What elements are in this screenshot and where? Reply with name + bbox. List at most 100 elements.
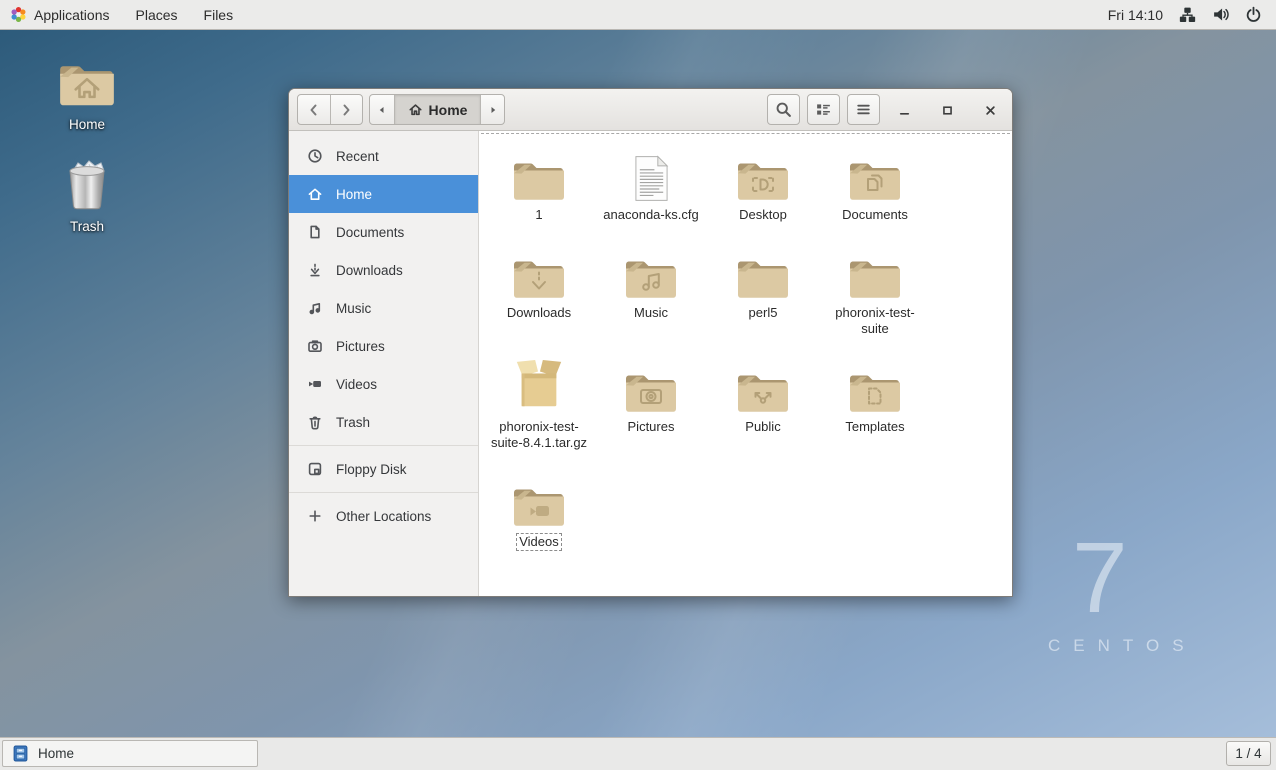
- sidebar-item-recent[interactable]: Recent: [289, 137, 478, 175]
- sidebar-divider: [289, 445, 478, 446]
- file-label: Desktop: [739, 207, 787, 224]
- menu-label: Files: [204, 7, 234, 23]
- folder-documents-icon: [848, 144, 902, 202]
- menu-places[interactable]: Places: [123, 0, 191, 29]
- list-view-icon: [815, 101, 832, 118]
- folder-icon: [848, 242, 902, 300]
- file-item-perl5[interactable]: perl5: [707, 236, 819, 334]
- network-icon[interactable]: [1179, 6, 1196, 23]
- trash-icon: [307, 414, 323, 430]
- file-item-videos[interactable]: Videos: [483, 464, 595, 564]
- file-manager-icon: [12, 745, 29, 762]
- volume-icon[interactable]: [1212, 6, 1229, 23]
- videos-icon: [307, 376, 323, 392]
- file-label: Videos: [516, 533, 562, 552]
- path-prev-icon[interactable]: [370, 95, 394, 124]
- file-item-phoronix-test-suite[interactable]: phoronix-test-suite: [819, 236, 931, 350]
- file-label: phoronix-test-suite-8.4.1.tar.gz: [488, 419, 590, 452]
- menu-label: Places: [136, 7, 178, 23]
- workspace-switcher[interactable]: 1 / 4: [1226, 741, 1271, 766]
- top-panel: Applications Places Files Fri 14:10: [0, 0, 1276, 30]
- desktop-icon-home[interactable]: Home: [41, 60, 133, 132]
- search-icon: [775, 101, 792, 118]
- sidebar-item-label: Recent: [336, 149, 379, 164]
- desktop-icon-label: Trash: [70, 219, 104, 234]
- applications-icon: [10, 6, 27, 23]
- sidebar-item-pictures[interactable]: Pictures: [289, 327, 478, 365]
- folder-desktop-icon: [736, 144, 790, 202]
- document-icon: [307, 224, 323, 240]
- sidebar-item-downloads[interactable]: Downloads: [289, 251, 478, 289]
- file-item-1[interactable]: 1: [483, 138, 595, 236]
- path-next-icon[interactable]: [480, 95, 504, 124]
- back-button[interactable]: [298, 95, 330, 124]
- hamburger-icon: [855, 101, 872, 118]
- music-icon: [307, 300, 323, 316]
- sidebar-item-floppy-disk[interactable]: Floppy Disk: [289, 450, 478, 488]
- menu-label: Applications: [34, 7, 110, 23]
- file-label: Downloads: [507, 305, 571, 322]
- centos-watermark-brand: CENTOS: [1048, 636, 1197, 656]
- file-item-templates[interactable]: Templates: [819, 350, 931, 448]
- header-bar: Home: [289, 89, 1012, 131]
- sidebar-item-label: Other Locations: [336, 509, 431, 524]
- search-button[interactable]: [767, 94, 800, 125]
- sidebar-divider: [289, 492, 478, 493]
- clock[interactable]: Fri 14:10: [1108, 7, 1163, 23]
- path-current-button[interactable]: Home: [394, 95, 481, 124]
- sidebar-item-label: Documents: [336, 225, 404, 240]
- desktop-icon-trash[interactable]: Trash: [41, 158, 133, 234]
- minimize-button[interactable]: [891, 97, 917, 123]
- file-item-downloads[interactable]: Downloads: [483, 236, 595, 334]
- file-item-music[interactable]: Music: [595, 236, 707, 334]
- folder-public-icon: [736, 356, 790, 414]
- close-button[interactable]: [977, 97, 1003, 123]
- file-item-documents[interactable]: Documents: [819, 138, 931, 236]
- sidebar-item-label: Trash: [336, 415, 370, 430]
- sidebar-item-trash[interactable]: Trash: [289, 403, 478, 441]
- folder-music-icon: [624, 242, 678, 300]
- minimize-icon: [897, 103, 912, 118]
- maximize-button[interactable]: [934, 97, 960, 123]
- forward-button[interactable]: [330, 95, 362, 124]
- sidebar-item-videos[interactable]: Videos: [289, 365, 478, 403]
- pictures-icon: [307, 338, 323, 354]
- file-item-phoronix-test-suite-8-4-1-tar-gz[interactable]: phoronix-test-suite-8.4.1.tar.gz: [483, 350, 595, 464]
- sidebar-item-music[interactable]: Music: [289, 289, 478, 327]
- file-item-desktop[interactable]: Desktop: [707, 138, 819, 236]
- sidebar-item-label: Music: [336, 301, 371, 316]
- desktop: 7 CENTOS Applications Places Files Fri 1…: [0, 0, 1276, 770]
- plus-icon: [307, 508, 323, 524]
- file-label: perl5: [749, 305, 778, 322]
- path-bar: Home: [369, 94, 505, 125]
- nav-buttons: [297, 94, 363, 125]
- close-icon: [983, 103, 998, 118]
- text-file-icon: [633, 144, 670, 202]
- menu-button[interactable]: [847, 94, 880, 125]
- sidebar-item-label: Home: [336, 187, 372, 202]
- places-sidebar: Recent Home Documents Downloads Music Pi…: [289, 131, 479, 596]
- sidebar-item-home[interactable]: Home: [289, 175, 478, 213]
- recent-icon: [307, 148, 323, 164]
- file-label: Pictures: [628, 419, 675, 436]
- file-label: anaconda-ks.cfg: [603, 207, 698, 224]
- power-icon[interactable]: [1245, 6, 1262, 23]
- menu-applications[interactable]: Applications: [0, 0, 123, 29]
- sidebar-item-other-locations[interactable]: Other Locations: [289, 497, 478, 535]
- home-icon: [408, 102, 423, 117]
- taskbar-item-home[interactable]: Home: [2, 740, 258, 767]
- file-item-public[interactable]: Public: [707, 350, 819, 448]
- floppy-icon: [307, 461, 323, 477]
- sidebar-item-documents[interactable]: Documents: [289, 213, 478, 251]
- file-view: 1 anaconda-ks.cfg Desktop Documents Down…: [479, 131, 1012, 596]
- view-toggle-button[interactable]: [807, 94, 840, 125]
- home-folder-icon: [58, 60, 116, 108]
- maximize-icon: [940, 103, 955, 118]
- files-window: Home: [288, 88, 1013, 597]
- file-item-pictures[interactable]: Pictures: [595, 350, 707, 448]
- file-item-anaconda-ks-cfg[interactable]: anaconda-ks.cfg: [595, 138, 707, 236]
- folder-downloads-icon: [512, 242, 566, 300]
- menu-files[interactable]: Files: [191, 0, 247, 29]
- sidebar-item-label: Floppy Disk: [336, 462, 407, 477]
- file-label: 1: [535, 207, 542, 224]
